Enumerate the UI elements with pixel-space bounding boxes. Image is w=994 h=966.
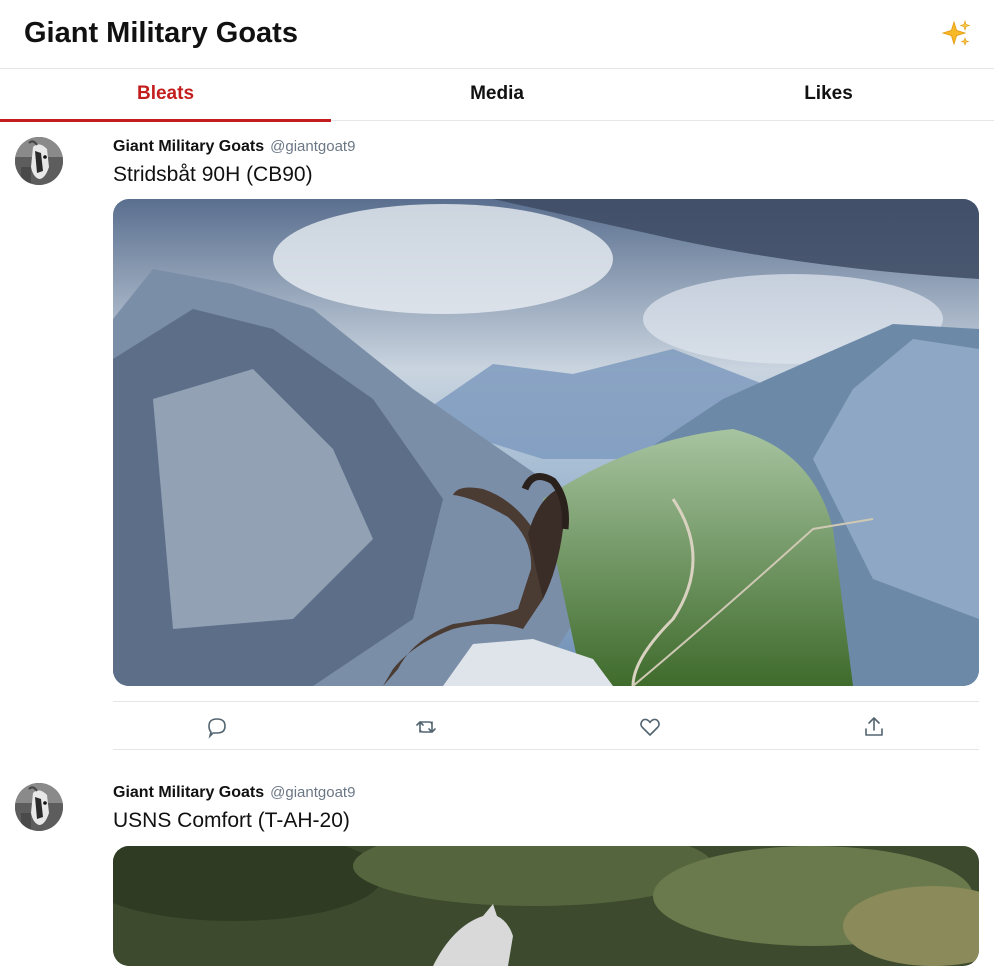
like-icon[interactable]: [638, 715, 662, 739]
tweet: Giant Military Goats @giantgoat9 USNS Com…: [0, 767, 994, 966]
page-title: Giant Military Goats: [24, 17, 298, 49]
tweet-text: Stridsbåt 90H (CB90): [113, 163, 313, 186]
tweet: Giant Military Goats @giantgoat9 Stridsbå…: [0, 121, 994, 761]
tweet-media-image[interactable]: [113, 199, 979, 686]
tab-media[interactable]: Media: [331, 69, 663, 120]
tweet-actions: [113, 701, 979, 750]
tab-bleats-label: Bleats: [136, 82, 195, 104]
rebleat-icon[interactable]: [414, 715, 438, 739]
display-name[interactable]: Giant Military Goats: [113, 784, 264, 801]
tab-bleats[interactable]: Bleats: [0, 69, 331, 122]
profile-tabs: Bleats Media Likes: [0, 69, 994, 122]
app-header: Giant Military Goats: [0, 0, 994, 69]
share-icon[interactable]: [862, 715, 886, 739]
avatar[interactable]: [15, 137, 63, 185]
tweet-header: Giant Military Goats @giantgoat9: [113, 784, 355, 802]
tweet-header: Giant Military Goats @giantgoat9: [113, 138, 355, 156]
tab-likes[interactable]: Likes: [663, 69, 994, 120]
user-handle[interactable]: @giantgoat9: [270, 784, 355, 801]
tab-likes-label: Likes: [804, 82, 853, 104]
display-name[interactable]: Giant Military Goats: [113, 138, 264, 155]
tweet-media-image[interactable]: [113, 846, 979, 966]
tweet-text: USNS Comfort (T-AH-20): [113, 809, 350, 832]
tab-media-label: Media: [470, 82, 524, 104]
user-handle[interactable]: @giantgoat9: [270, 138, 355, 155]
sparkle-icon[interactable]: [940, 18, 972, 50]
reply-icon[interactable]: [205, 715, 229, 739]
avatar[interactable]: [15, 783, 63, 831]
